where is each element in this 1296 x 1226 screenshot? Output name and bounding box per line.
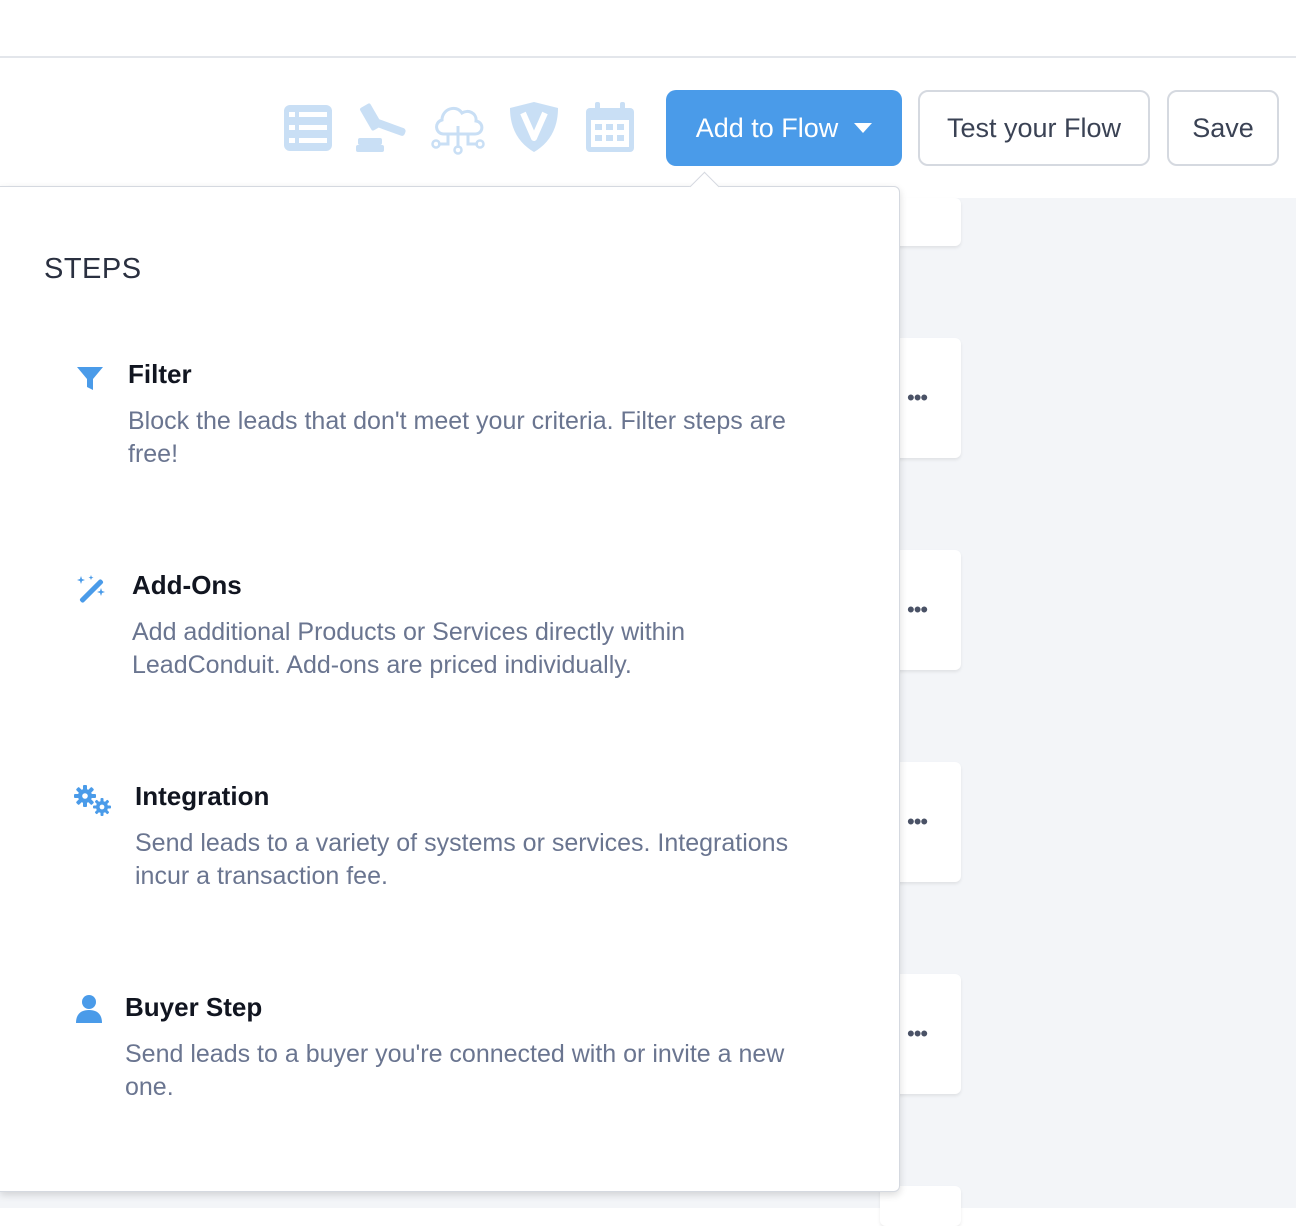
more-options-icon[interactable]: ••• xyxy=(907,811,928,833)
user-icon xyxy=(75,994,103,1029)
shield-v-icon[interactable] xyxy=(506,100,562,156)
test-flow-label: Test your Flow xyxy=(946,112,1122,143)
step-description: Add additional Products or Services dire… xyxy=(132,618,686,679)
add-to-flow-label: Add to Flow xyxy=(695,112,839,143)
step-option-integration[interactable]: Integration Send leads to a variety of s… xyxy=(0,777,900,907)
step-title: Filter xyxy=(128,359,192,389)
step-description: Send leads to a variety of systems or se… xyxy=(135,829,789,890)
more-options-icon[interactable]: ••• xyxy=(907,599,928,621)
gavel-icon[interactable] xyxy=(355,100,411,156)
list-icon[interactable] xyxy=(280,100,336,156)
cloud-network-icon[interactable] xyxy=(430,100,486,156)
step-option-filter[interactable]: Filter Block the leads that don't meet y… xyxy=(0,355,900,485)
step-description: Block the leads that don't meet your cri… xyxy=(128,407,786,468)
test-flow-button[interactable]: Test your Flow xyxy=(918,90,1150,166)
panel-title: STEPS xyxy=(44,253,142,285)
steps-dropdown: STEPS Filter Block the leads that don't … xyxy=(0,186,900,1192)
gears-icon xyxy=(74,785,112,822)
add-to-flow-button[interactable]: Add to Flow xyxy=(666,90,902,166)
save-button[interactable]: Save xyxy=(1167,90,1279,166)
top-bar xyxy=(0,0,1296,58)
save-label: Save xyxy=(1192,112,1254,143)
calendar-icon[interactable] xyxy=(582,100,638,156)
flow-card[interactable] xyxy=(880,1186,961,1226)
step-description: Send leads to a buyer you're connected w… xyxy=(125,1040,785,1101)
filter-icon xyxy=(76,365,104,398)
step-title: Add-Ons xyxy=(132,570,242,600)
step-option-buyer-step[interactable]: Buyer Step Send leads to a buyer you're … xyxy=(0,988,900,1118)
magic-wand-icon xyxy=(76,574,108,611)
step-option-add-ons[interactable]: Add-Ons Add additional Products or Servi… xyxy=(0,566,900,696)
more-options-icon[interactable]: ••• xyxy=(907,1023,928,1045)
caret-down-icon xyxy=(854,123,873,133)
step-title: Integration xyxy=(135,781,270,811)
more-options-icon[interactable]: ••• xyxy=(907,387,928,409)
step-title: Buyer Step xyxy=(125,992,263,1022)
